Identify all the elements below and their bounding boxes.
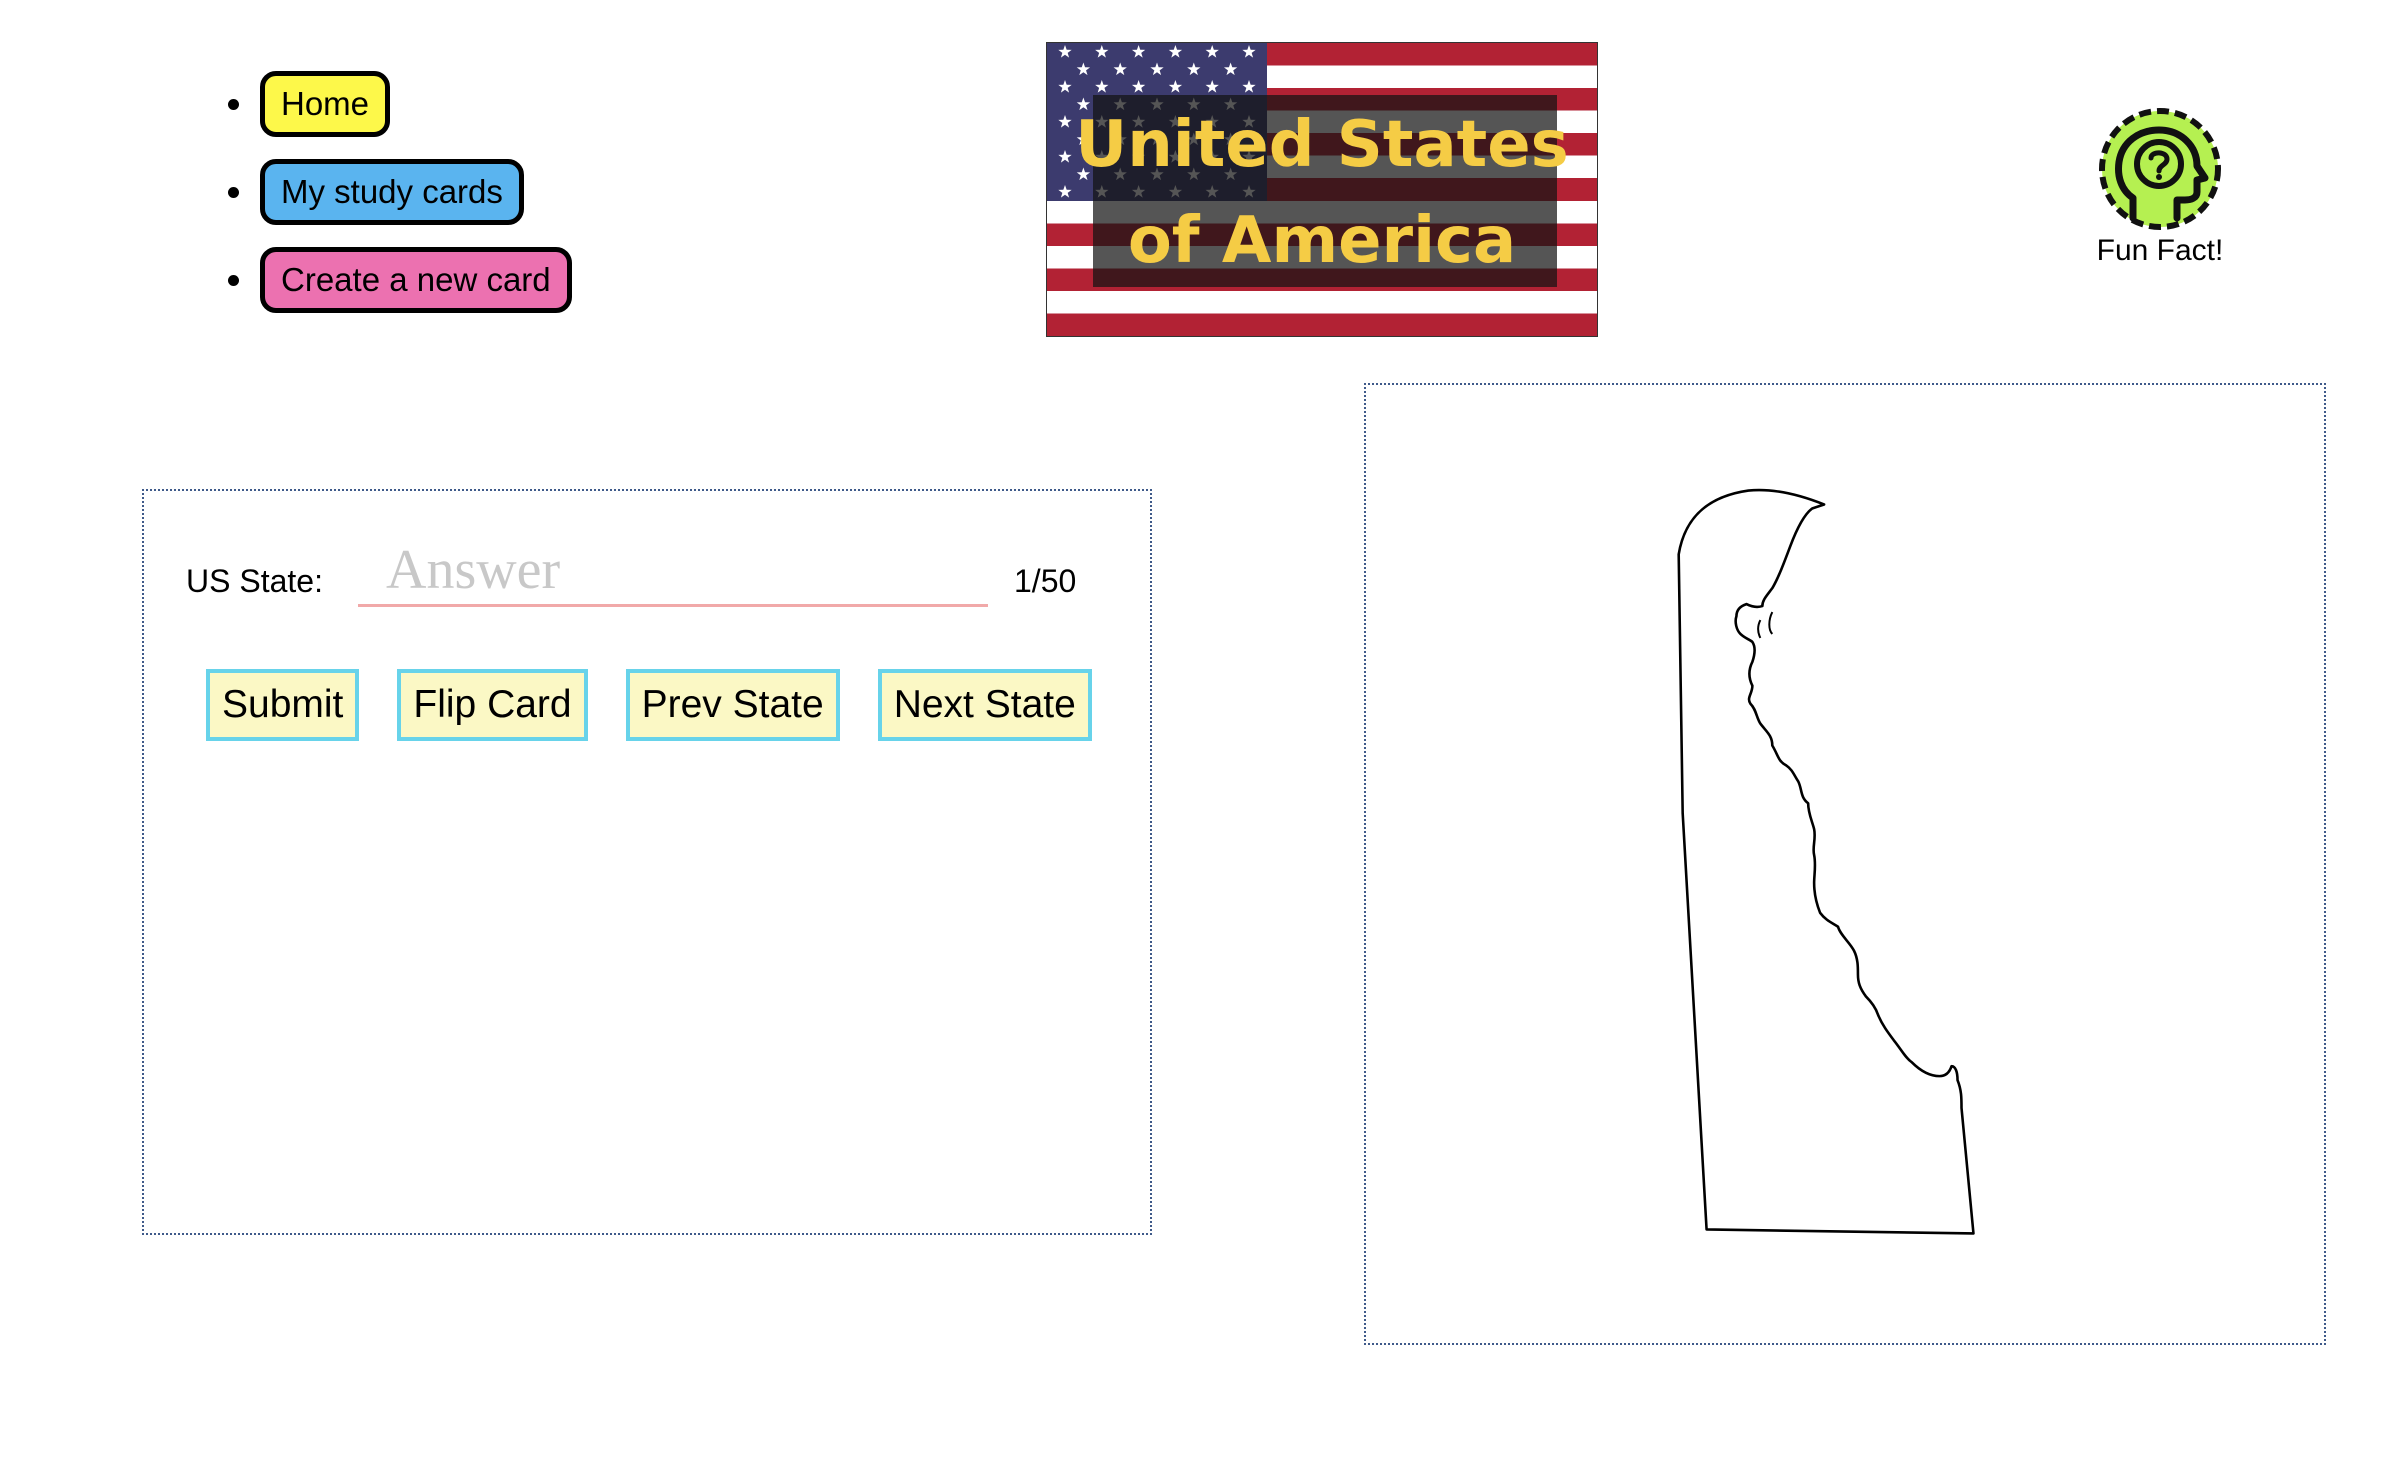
flag-star: [1131, 45, 1146, 58]
flag-star: [1242, 45, 1256, 58]
flag-star: [1058, 45, 1072, 58]
nav-item-home: Home: [228, 66, 572, 142]
flag-star: [1242, 80, 1256, 93]
flag-star: [1095, 80, 1109, 93]
create-new-card-link[interactable]: Create a new card: [260, 247, 572, 313]
nav-item-study-cards: My study cards: [228, 154, 572, 230]
nav-item-create-card: Create a new card: [228, 242, 572, 318]
submit-button[interactable]: Submit: [206, 669, 360, 741]
banner-title-line1: United States: [1075, 108, 1569, 182]
card-counter: 1/50: [1014, 563, 1077, 599]
my-study-cards-link[interactable]: My study cards: [260, 159, 524, 225]
flag-star: [1076, 62, 1091, 76]
bullet-icon: [228, 275, 239, 286]
flip-card-button[interactable]: Flip Card: [397, 669, 588, 741]
bullet-icon: [228, 187, 239, 198]
fun-fact-button[interactable]: Fun Fact!: [2080, 106, 2240, 268]
flag-star: [1223, 62, 1238, 76]
answer-input[interactable]: [358, 535, 988, 607]
flag-star: [1187, 62, 1201, 76]
main-nav: Home My study cards Create a new card: [228, 66, 572, 330]
flag-star: [1205, 45, 1219, 58]
flag-star: [1058, 80, 1072, 93]
flag-star: [1205, 80, 1219, 93]
flag-star: [1113, 62, 1127, 76]
flag-star: [1131, 80, 1146, 93]
flag-star: [1150, 62, 1164, 76]
banner-title-line2: of America: [1127, 204, 1517, 278]
flag-star: [1168, 80, 1183, 93]
state-outline-icon: [1677, 488, 1975, 1235]
bullet-icon: [228, 99, 239, 110]
question-head-icon: [2099, 108, 2221, 230]
prev-state-button[interactable]: Prev State: [625, 669, 840, 741]
us-flag-banner: United States of America: [1046, 42, 1598, 337]
next-state-button[interactable]: Next State: [877, 669, 1092, 741]
us-state-label: US State:: [186, 563, 323, 599]
state-map-panel: [1364, 383, 2326, 1345]
fun-fact-label: Fun Fact!: [2096, 234, 2224, 267]
card-controls: Submit Flip Card Prev State Next State: [206, 669, 1092, 741]
home-link[interactable]: Home: [260, 71, 391, 137]
flashcard-page: Home My study cards Create a new card Un…: [0, 0, 2408, 1466]
flash-card: US State: 1/50 Submit Flip Card Prev Sta…: [142, 489, 1152, 1235]
banner-title: United States of America: [1047, 97, 1597, 289]
flag-star: [1168, 45, 1183, 58]
flag-star: [1095, 45, 1109, 58]
